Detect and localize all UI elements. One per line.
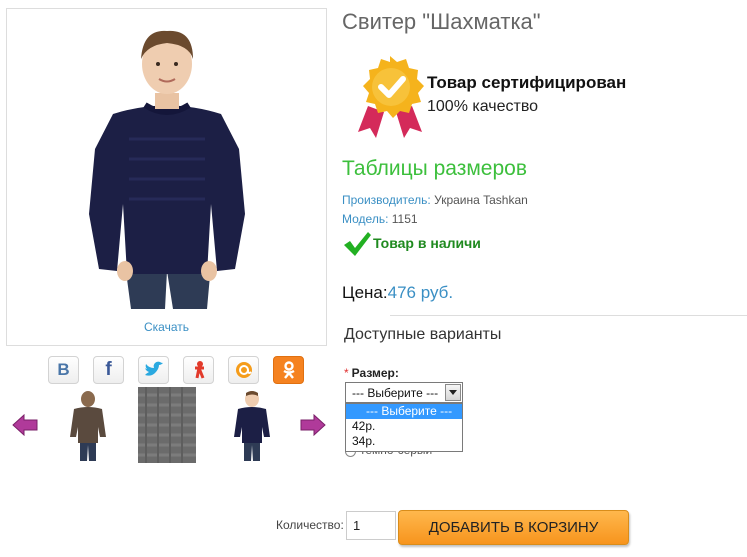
- stock-text: Товар в наличи: [373, 235, 481, 251]
- size-select-value: --- Выберите ---: [352, 386, 439, 400]
- certificate-subtitle: 100% качество: [427, 98, 539, 115]
- boy-in-navy-sweater-image: [89, 30, 245, 309]
- odnoklassniki-figure-icon: [194, 361, 204, 379]
- facebook-icon: f: [105, 359, 112, 380]
- certificate-badge-icon: [358, 56, 424, 138]
- ok-share-button[interactable]: [273, 356, 304, 384]
- price-value: 476 руб.: [387, 283, 454, 302]
- size-dropdown-list: --- Выберите --- 42р. 34р.: [345, 403, 463, 452]
- size-option[interactable]: --- Выберите ---: [346, 404, 462, 419]
- size-select[interactable]: --- Выберите ---: [345, 382, 463, 403]
- model-value: 1151: [391, 212, 418, 226]
- thumbnail-brown-sweater[interactable]: [58, 387, 118, 463]
- product-title: Свитер "Шахматка": [342, 9, 541, 34]
- size-option[interactable]: 34р.: [346, 434, 462, 449]
- price-label: Цена:: [342, 283, 388, 302]
- thumbnail-knit-texture[interactable]: [138, 387, 196, 463]
- twitter-icon: [144, 361, 163, 376]
- main-product-photo[interactable]: Скачать: [6, 8, 327, 346]
- thumbnail-navy-sweater[interactable]: [222, 387, 282, 463]
- facebook-share-button[interactable]: f: [93, 356, 124, 384]
- model-line: Модель: 1151: [342, 212, 418, 226]
- twitter-share-button[interactable]: [138, 356, 169, 384]
- variants-heading: Доступные варианты: [344, 326, 502, 343]
- thumbnail-carousel: [10, 384, 330, 464]
- vk-share-button[interactable]: В: [48, 356, 79, 384]
- arrow-left-icon[interactable]: [12, 414, 38, 436]
- add-to-cart-button[interactable]: ДОБАВИТЬ В КОРЗИНУ: [398, 510, 629, 545]
- quantity-input[interactable]: [346, 511, 396, 540]
- mailru-icon: [235, 362, 252, 378]
- size-option[interactable]: 42р.: [346, 419, 462, 434]
- price: Цена:476 руб.: [342, 283, 453, 303]
- arrow-right-icon[interactable]: [300, 414, 326, 436]
- manufacturer-value: Украина Tashkan: [434, 193, 528, 207]
- certificate-title: Товар сертифицирован: [427, 73, 627, 92]
- chevron-down-icon[interactable]: [445, 384, 461, 401]
- mailru-share-button[interactable]: [228, 356, 259, 384]
- ok-icon: [282, 361, 295, 379]
- model-label: Модель:: [342, 212, 389, 226]
- quantity-label: Количество:: [276, 518, 344, 532]
- section-divider: [390, 315, 747, 316]
- required-mark: *: [344, 366, 349, 380]
- manufacturer-line: Производитель: Украина Tashkan: [342, 193, 528, 207]
- vk-icon: В: [57, 360, 70, 379]
- size-label: * Размер:: [344, 366, 399, 380]
- download-photo-link[interactable]: Скачать: [7, 320, 326, 334]
- size-tables-link[interactable]: Таблицы размеров: [342, 157, 527, 181]
- checkmark-icon: [344, 232, 371, 256]
- size-label-text: Размер:: [351, 366, 399, 380]
- manufacturer-label[interactable]: Производитель:: [342, 193, 431, 207]
- odnoklassniki-figure-share-button[interactable]: [183, 356, 214, 384]
